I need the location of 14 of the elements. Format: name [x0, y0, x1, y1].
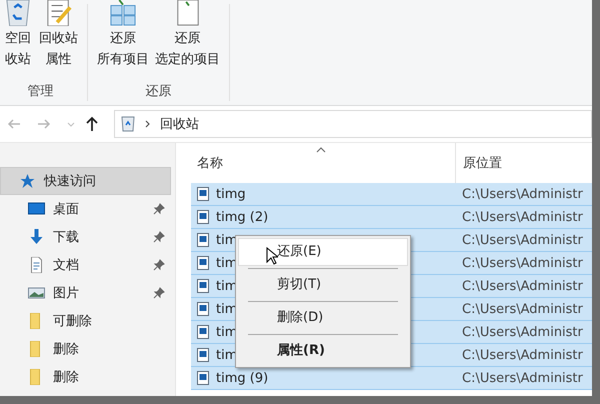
file-location: C:\Users\Administr [462, 324, 583, 340]
file-location: C:\Users\Administr [462, 370, 583, 386]
file-name: timg (2) [216, 210, 268, 224]
file-location: C:\Users\Administr [462, 186, 583, 202]
file-name: timg [216, 186, 246, 202]
file-location: C:\Users\Administr [462, 256, 583, 270]
file-location: C:\Users\Administr [462, 348, 583, 362]
file-location: C:\Users\Administr [462, 232, 583, 248]
group-label: 还原 [146, 83, 172, 100]
file-location: C:\Users\Administr [462, 302, 583, 316]
group-label: 管理 [28, 83, 54, 100]
file-name: timg (9) [216, 370, 268, 386]
file-location: C:\Users\Administr [462, 210, 583, 224]
file-location: C:\Users\Administr [462, 278, 583, 294]
